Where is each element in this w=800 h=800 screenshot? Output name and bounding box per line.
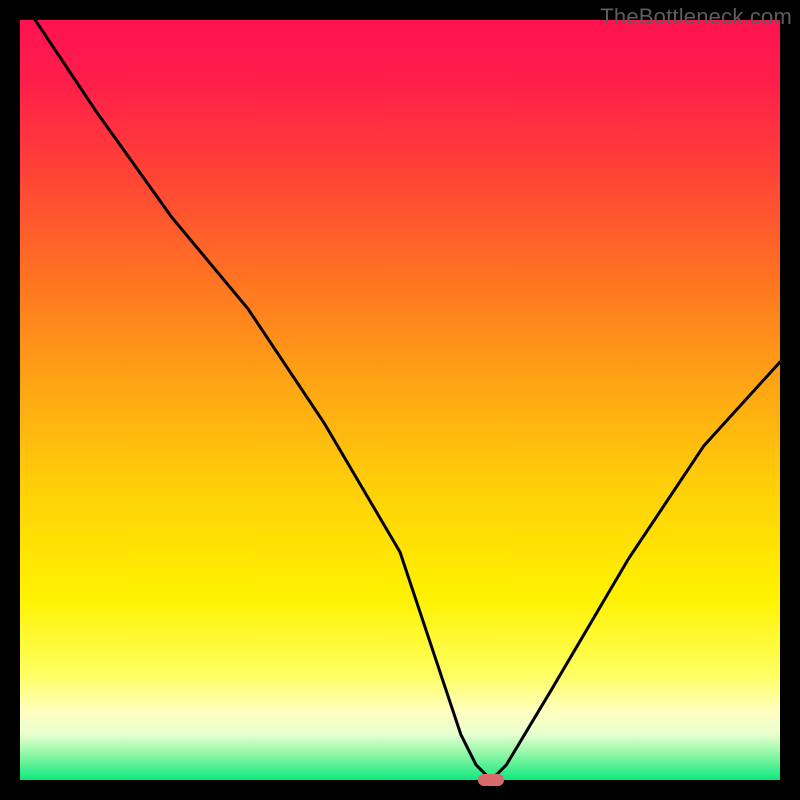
watermark-text: TheBottleneck.com <box>600 4 792 30</box>
chart-container: TheBottleneck.com <box>0 0 800 800</box>
bottleneck-curve <box>20 20 780 780</box>
plot-area <box>20 20 780 780</box>
optimal-marker <box>478 774 504 786</box>
curve-path <box>35 20 780 780</box>
